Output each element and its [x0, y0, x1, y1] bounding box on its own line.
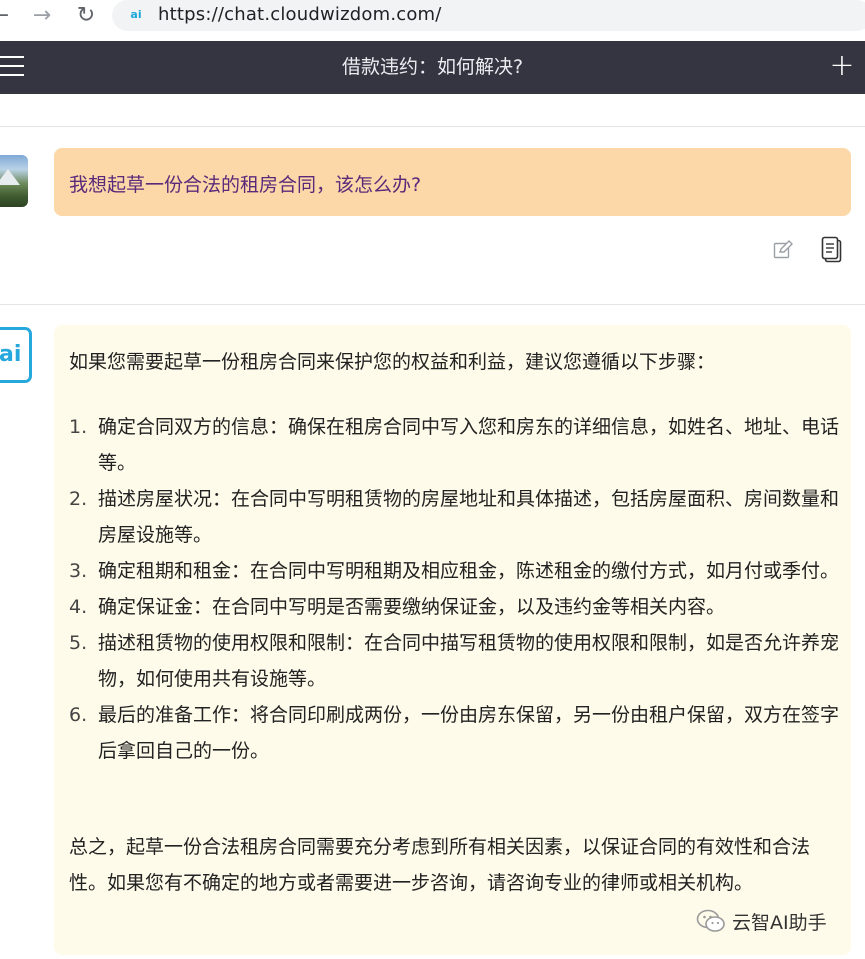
- list-item: 6. 最后的准备工作：将合同印刷成两份，一份由房东保留，另一份由租户保留，双方在签…: [69, 697, 839, 769]
- step-number: 1.: [69, 416, 88, 438]
- app-header: 借款违约：如何解决? +: [0, 41, 865, 94]
- step-text: 确定合同双方的信息：确保在租房合同中写入您和房东的详细信息，如姓名、地址、电话等…: [98, 416, 840, 474]
- new-chat-plus-icon[interactable]: +: [827, 51, 857, 81]
- wechat-icon: [696, 909, 725, 932]
- step-text: 描述房屋状况：在合同中写明租赁物的房屋地址和具体描述，包括房屋面积、房间数量和房…: [98, 488, 840, 546]
- edit-icon[interactable]: [773, 240, 793, 260]
- assistant-intro-text: 如果您需要起草一份租房合同来保护您的权益和利益，建议您遵循以下步骤：: [69, 351, 716, 373]
- step-text: 最后的准备工作：将合同印刷成两份，一份由房东保留，另一份由租户保留，双方在签字后…: [98, 704, 840, 762]
- step-text: 确定保证金：在合同中写明是否需要缴纳保证金，以及违约金等相关内容。: [98, 596, 726, 618]
- list-item: 2. 描述房屋状况：在合同中写明租赁物的房屋地址和具体描述，包括房屋面积、房间数量…: [69, 481, 839, 553]
- divider: [0, 126, 865, 127]
- list-item: 4. 确定保证金：在合同中写明是否需要缴纳保证金，以及违约金等相关内容。: [69, 589, 839, 625]
- step-text: 描述租赁物的使用权限和限制：在合同中描写租赁物的使用权限和限制，如是否允许养宠物…: [98, 632, 840, 690]
- step-text: 确定租期和租金：在合同中写明租期及相应租金，陈述租金的缴付方式，如月付或季付。: [98, 560, 840, 582]
- reload-icon[interactable]: ↻: [74, 4, 98, 28]
- user-avatar: [0, 155, 28, 207]
- user-message-text: 我想起草一份合法的租房合同，该怎么办?: [69, 174, 422, 196]
- back-arrow-icon[interactable]: ←: [0, 4, 12, 28]
- url-text[interactable]: https://chat.cloudwizdom.com/: [158, 4, 442, 25]
- hamburger-menu-icon[interactable]: [0, 56, 26, 78]
- assistant-message-bubble: 如果您需要起草一份租房合同来保护您的权益和利益，建议您遵循以下步骤： 1. 确定合…: [54, 325, 851, 955]
- assistant-avatar-logo: ai: [0, 342, 22, 367]
- step-number: 3.: [69, 560, 88, 582]
- user-message-bubble: 我想起草一份合法的租房合同，该怎么办?: [54, 148, 851, 216]
- watermark-text: 云智AI助手: [732, 911, 827, 934]
- list-item: 3. 确定租期和租金：在合同中写明租期及相应租金，陈述租金的缴付方式，如月付或季付…: [69, 553, 839, 589]
- forward-arrow-icon[interactable]: →: [30, 4, 54, 28]
- copy-icon[interactable]: [821, 236, 843, 264]
- step-number: 6.: [69, 704, 88, 726]
- address-bar[interactable]: ai https://chat.cloudwizdom.com/: [112, 0, 865, 31]
- list-item: 1. 确定合同双方的信息：确保在租房合同中写入您和房东的详细信息，如姓名、地址、电…: [69, 409, 839, 481]
- assistant-summary-text: 总之，起草一份合法租房合同需要充分考虑到所有相关因素，以保证合同的有效性和合法性…: [69, 836, 811, 894]
- assistant-avatar: ai: [0, 327, 32, 383]
- site-favicon-icon: ai: [130, 8, 142, 21]
- list-item: 5. 描述租赁物的使用权限和限制：在合同中描写租赁物的使用权限和限制，如是否允许养…: [69, 625, 839, 697]
- step-number: 2.: [69, 488, 88, 510]
- divider: [0, 304, 865, 305]
- step-number: 5.: [69, 632, 88, 654]
- steps-list: 1. 确定合同双方的信息：确保在租房合同中写入您和房东的详细信息，如姓名、地址、电…: [69, 409, 839, 769]
- watermark: 云智AI助手: [696, 906, 827, 936]
- browser-toolbar: ← → ↻ ai https://chat.cloudwizdom.com/: [0, 0, 865, 34]
- conversation-title: 借款违约：如何解决?: [341, 56, 524, 78]
- step-number: 4.: [69, 596, 88, 618]
